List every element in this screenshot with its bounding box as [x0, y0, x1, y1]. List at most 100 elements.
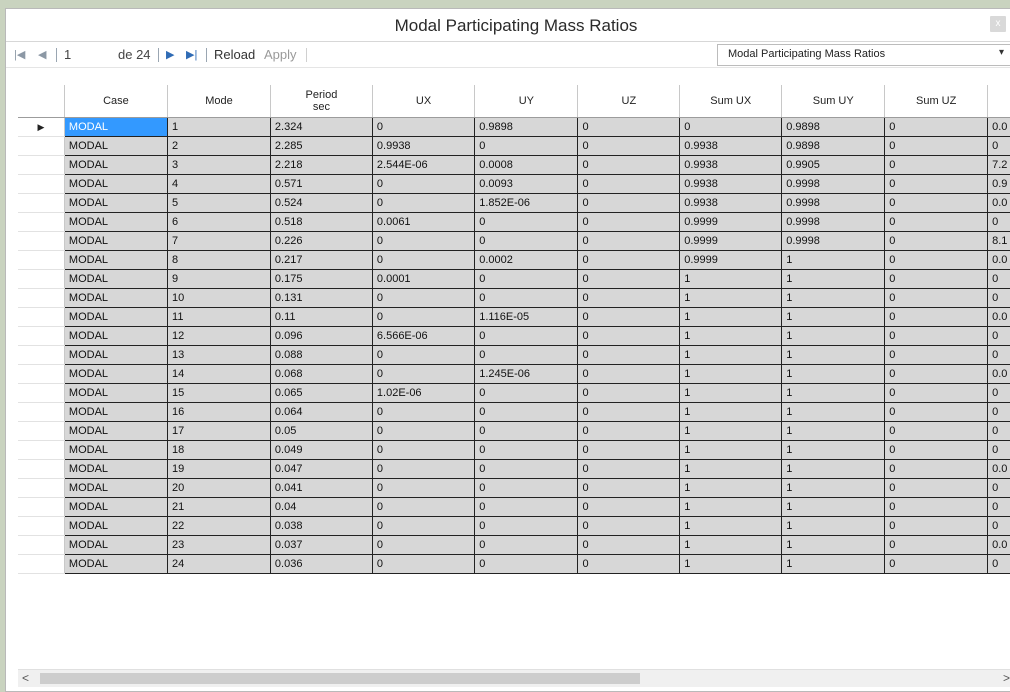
table-cell[interactable]: 0 — [474, 459, 579, 479]
table-cell[interactable]: 0 — [987, 440, 1010, 460]
table-cell[interactable]: 0.9999 — [679, 212, 783, 232]
table-cell[interactable]: 1 — [679, 345, 783, 365]
table-cell[interactable]: 1 — [781, 459, 886, 479]
table-cell[interactable]: 0.175 — [269, 269, 373, 289]
row-header[interactable] — [18, 554, 65, 574]
table-cell[interactable]: 0.0 — [987, 117, 1010, 137]
table-cell[interactable]: 0 — [371, 440, 476, 460]
table-row[interactable]: MODAL 20 0.041 0 0 0 1 1 0 0 — [18, 478, 1010, 498]
table-cell[interactable]: 0.9998 — [781, 174, 886, 194]
table-cell[interactable]: 0.9938 — [371, 136, 476, 156]
table-cell[interactable]: 0.226 — [269, 231, 373, 251]
table-row[interactable]: MODAL 15 0.065 1.02E-06 0 0 1 1 0 0 — [18, 383, 1010, 403]
table-cell[interactable]: 0 — [577, 136, 681, 156]
table-cell[interactable]: 15 — [167, 383, 271, 403]
column-header-sum-uz[interactable]: Sum UZ — [884, 85, 989, 118]
table-cell[interactable]: MODAL — [63, 459, 169, 479]
table-cell[interactable]: 0.9905 — [781, 155, 886, 175]
table-cell[interactable]: 0 — [577, 402, 681, 422]
table-cell[interactable]: 0 — [577, 117, 681, 137]
table-cell[interactable]: 0.0093 — [474, 174, 579, 194]
table-cell[interactable]: 10 — [167, 288, 271, 308]
table-cell[interactable]: 0 — [474, 345, 579, 365]
table-cell[interactable]: MODAL — [63, 307, 169, 327]
table-cell[interactable]: MODAL — [63, 269, 169, 289]
table-cell[interactable]: 0 — [577, 421, 681, 441]
table-cell[interactable]: MODAL — [63, 212, 169, 232]
table-cell[interactable]: 0.9938 — [679, 193, 783, 213]
row-header[interactable] — [18, 440, 65, 460]
column-header-sum-ux[interactable]: Sum UX — [679, 85, 783, 118]
column-header-sum-uy[interactable]: Sum UY — [781, 85, 886, 118]
table-cell[interactable]: 0 — [474, 516, 579, 536]
table-cell[interactable]: 0 — [474, 554, 579, 574]
table-cell[interactable]: 0 — [577, 535, 681, 555]
table-cell[interactable]: 0.0 — [987, 193, 1010, 213]
table-cell[interactable]: 1 — [781, 421, 886, 441]
table-cell[interactable]: 0.041 — [269, 478, 373, 498]
column-header-uz[interactable]: UZ — [577, 85, 681, 118]
column-header-uy[interactable]: UY — [474, 85, 579, 118]
table-select-dropdown[interactable]: Modal Participating Mass Ratios ▾ — [717, 44, 1010, 66]
table-cell[interactable]: 0 — [371, 193, 476, 213]
table-cell[interactable]: 7.2 — [987, 155, 1010, 175]
table-cell[interactable]: 0 — [884, 269, 989, 289]
table-cell[interactable]: 0.518 — [269, 212, 373, 232]
last-page-icon[interactable]: ▶| — [186, 47, 197, 63]
table-cell[interactable]: 1 — [679, 440, 783, 460]
table-row[interactable]: MODAL 2 2.285 0.9938 0 0 0.9938 0.9898 0 0 — [18, 136, 1010, 156]
table-cell[interactable]: 0.04 — [269, 497, 373, 517]
table-cell[interactable]: 0 — [987, 288, 1010, 308]
table-cell[interactable]: 0 — [371, 250, 476, 270]
table-cell[interactable]: MODAL — [63, 326, 169, 346]
table-row[interactable]: MODAL 16 0.064 0 0 0 1 1 0 0 — [18, 402, 1010, 422]
table-cell[interactable]: 0 — [474, 212, 579, 232]
table-cell[interactable]: 0 — [577, 516, 681, 536]
table-cell[interactable]: 0.9999 — [679, 231, 783, 251]
table-cell[interactable]: 0 — [987, 516, 1010, 536]
table-cell[interactable]: 0 — [474, 421, 579, 441]
table-cell[interactable]: 0 — [884, 554, 989, 574]
table-cell[interactable]: 0 — [577, 497, 681, 517]
row-header[interactable] — [18, 269, 65, 289]
table-cell[interactable]: 0 — [371, 516, 476, 536]
row-header[interactable] — [18, 478, 65, 498]
table-cell[interactable]: 0.0001 — [371, 269, 476, 289]
table-cell[interactable]: 0 — [884, 516, 989, 536]
table-cell[interactable]: 11 — [167, 307, 271, 327]
table-cell[interactable]: 0 — [884, 174, 989, 194]
table-cell[interactable]: 0.088 — [269, 345, 373, 365]
table-row[interactable]: MODAL 19 0.047 0 0 0 1 1 0 0.0 — [18, 459, 1010, 479]
table-cell[interactable]: 1 — [679, 364, 783, 384]
table-row[interactable]: MODAL 11 0.11 0 1.116E-05 0 1 1 0 0.0 — [18, 307, 1010, 327]
table-cell[interactable]: 0 — [884, 440, 989, 460]
table-cell[interactable]: 0 — [884, 383, 989, 403]
table-cell[interactable]: 0 — [577, 440, 681, 460]
table-cell[interactable]: 1 — [679, 554, 783, 574]
table-cell[interactable]: 0 — [474, 231, 579, 251]
table-cell[interactable]: 0 — [884, 478, 989, 498]
table-cell[interactable]: 0.0 — [987, 364, 1010, 384]
table-cell[interactable]: 0 — [577, 231, 681, 251]
row-header[interactable] — [18, 136, 65, 156]
table-row[interactable]: MODAL 3 2.218 2.544E-06 0.0008 0 0.9938 0.9905 0… — [18, 155, 1010, 175]
table-cell[interactable]: 0 — [474, 383, 579, 403]
table-cell[interactable]: 0.0061 — [371, 212, 476, 232]
table-cell[interactable]: 1 — [781, 345, 886, 365]
table-cell[interactable]: 0 — [577, 478, 681, 498]
table-cell[interactable]: MODAL — [63, 554, 169, 574]
row-header[interactable] — [18, 307, 65, 327]
table-cell[interactable]: 1 — [781, 269, 886, 289]
table-cell[interactable]: 0 — [371, 288, 476, 308]
table-cell[interactable]: 6.566E-06 — [371, 326, 476, 346]
table-cell[interactable]: 1 — [679, 326, 783, 346]
table-cell[interactable]: 12 — [167, 326, 271, 346]
table-cell[interactable]: 0.096 — [269, 326, 373, 346]
table-row[interactable]: MODAL 13 0.088 0 0 0 1 1 0 0 — [18, 345, 1010, 365]
table-cell[interactable]: 0.036 — [269, 554, 373, 574]
table-cell[interactable]: 2.218 — [269, 155, 373, 175]
row-header[interactable] — [18, 364, 65, 384]
table-cell[interactable]: 19 — [167, 459, 271, 479]
table-cell[interactable]: 0 — [577, 250, 681, 270]
table-cell[interactable]: 1 — [679, 459, 783, 479]
